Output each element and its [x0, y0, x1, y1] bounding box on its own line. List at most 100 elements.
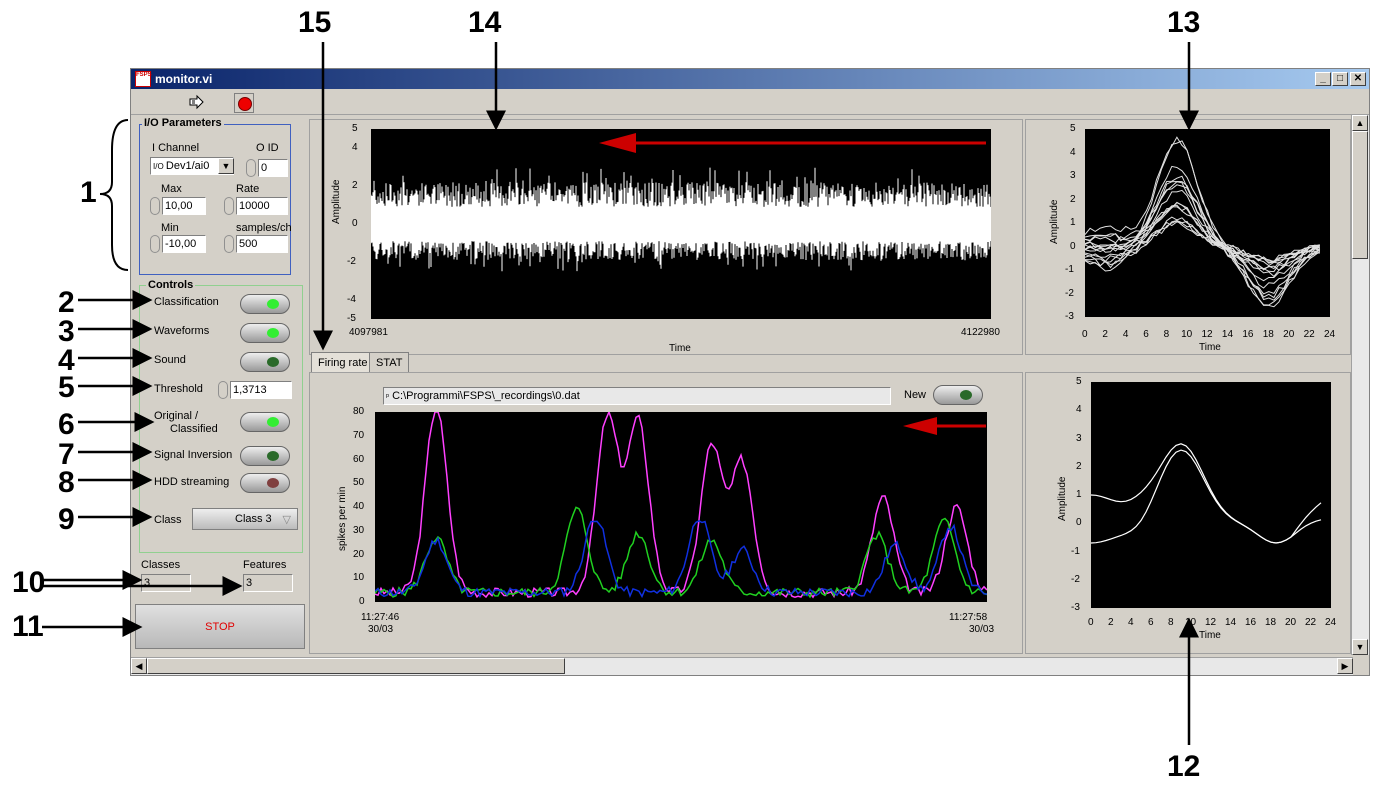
raw-signal-trace	[370, 167, 991, 272]
callout-12: 12	[1167, 750, 1201, 783]
new-file-toggle[interactable]	[933, 385, 983, 405]
mean-y-tick: -1	[1071, 545, 1080, 557]
waveforms-x-tick: 4	[1122, 329, 1129, 340]
waveforms-x-tick: 10	[1181, 329, 1193, 340]
classification-toggle[interactable]	[240, 294, 290, 314]
features-label: Features	[243, 559, 287, 571]
io-icon: I/O	[153, 162, 166, 171]
run-continuously-icon[interactable]	[189, 94, 205, 110]
raw-x-axis-label: Time	[669, 343, 691, 354]
mean-y-tick: 0	[1076, 517, 1082, 529]
classes-label: Classes	[141, 559, 181, 571]
firing-rate-series	[374, 520, 988, 599]
callout-9: 9	[58, 503, 75, 536]
callout-5: 5	[58, 371, 75, 404]
controls-group-title: Controls	[146, 279, 196, 291]
id-field[interactable]: 0	[258, 159, 288, 177]
close-button[interactable]: ✕	[1350, 72, 1366, 86]
min-spinner[interactable]	[150, 235, 160, 253]
firing-rate-plot	[374, 409, 988, 602]
waveforms-x-tick: 8	[1163, 329, 1170, 340]
minimize-button[interactable]: _	[1315, 72, 1331, 86]
min-field[interactable]: -10,00	[162, 235, 206, 253]
mean-y-tick: -2	[1071, 573, 1080, 585]
raw-y-tick: 4	[352, 142, 358, 153]
mean-x-tick: 16	[1245, 617, 1257, 628]
channel-value: Dev1/ai0	[165, 160, 210, 172]
firing-y-tick: 70	[353, 429, 365, 441]
callout-8: 8	[58, 466, 75, 499]
threshold-label: Threshold	[154, 383, 203, 395]
raw-signal-band	[371, 206, 991, 242]
controls-group: Controls Classification Waveforms Sound …	[139, 279, 303, 553]
waveforms-x-tick: 14	[1221, 329, 1234, 340]
id-spinner[interactable]	[246, 159, 256, 177]
waveforms-x-tick: 20	[1283, 329, 1295, 340]
horizontal-scroll-thumb[interactable]	[147, 658, 565, 674]
tab-firing-rate[interactable]: Firing rate	[311, 352, 375, 372]
firing-x-start-date: 30/03	[368, 624, 394, 635]
signal-inversion-toggle[interactable]	[240, 446, 290, 466]
scroll-left-icon[interactable]: ◀	[131, 658, 147, 674]
scroll-down-icon[interactable]: ▼	[1352, 639, 1368, 655]
raw-y-tick: 0	[352, 218, 358, 229]
waveforms-x-tick: 16	[1242, 329, 1254, 340]
min-label: Min	[161, 222, 179, 234]
abort-execution-button[interactable]	[234, 93, 254, 113]
rate-spinner[interactable]	[224, 197, 234, 215]
mean-x-tick: 4	[1128, 617, 1134, 628]
firing-rate-series	[374, 506, 988, 599]
id-label: O ID	[256, 142, 279, 154]
signal-inversion-label: Signal Inversion	[154, 449, 233, 461]
threshold-spinner[interactable]	[218, 381, 228, 399]
waveforms-y-tick: 4	[1070, 146, 1076, 158]
max-spinner[interactable]	[150, 197, 160, 215]
max-field[interactable]: 10,00	[162, 197, 206, 215]
waveforms-x-axis-label: Time	[1199, 342, 1221, 353]
scroll-right-icon[interactable]: ▶	[1337, 658, 1353, 674]
waveforms-label: Waveforms	[154, 325, 210, 337]
raw-signal-plot	[370, 129, 991, 319]
threshold-field[interactable]: 1,3713	[230, 381, 292, 399]
mean-x-tick: 20	[1285, 617, 1297, 628]
waveform-trace	[1084, 220, 1320, 282]
vertical-scroll-thumb[interactable]	[1352, 131, 1368, 259]
class-dropdown-icon: ▽	[282, 514, 291, 526]
maximize-button[interactable]: □	[1332, 72, 1348, 86]
waveforms-x-tick: 0	[1082, 329, 1088, 340]
rate-field[interactable]: 10000	[236, 197, 288, 215]
title-bar[interactable]: FSPS monitor.vi _ □ ✕	[131, 69, 1369, 89]
window-title: monitor.vi	[155, 72, 213, 86]
mean-x-tick: 18	[1265, 617, 1277, 628]
max-label: Max	[161, 183, 182, 195]
scroll-up-icon[interactable]: ▲	[1352, 115, 1368, 131]
waveforms-x-tick: 22	[1303, 329, 1315, 340]
vertical-scrollbar[interactable]: ▲ ▼	[1351, 115, 1369, 655]
waveforms-toggle[interactable]	[240, 323, 290, 343]
mean-waveform-traces	[1090, 443, 1322, 544]
samples-spinner[interactable]	[224, 235, 234, 253]
firing-rate-series	[374, 409, 988, 599]
recording-path-field[interactable]: ᵖ C:\Programmi\FSPS\_recordings\0.dat	[383, 387, 891, 405]
samples-field[interactable]: 500	[236, 235, 288, 253]
stop-button[interactable]: STOP	[135, 604, 305, 649]
waveforms-traces	[1084, 136, 1321, 308]
firing-y-tick: 10	[353, 572, 365, 584]
class-ring-control[interactable]: Class 3 ▽	[192, 508, 298, 530]
mean-waveform-plot	[1090, 382, 1331, 608]
original-classified-label-2: Classified	[170, 423, 218, 435]
horizontal-scrollbar[interactable]: ◀ ▶	[131, 657, 1353, 675]
tab-stat[interactable]: STAT	[369, 352, 410, 372]
hdd-streaming-toggle[interactable]	[240, 473, 290, 493]
firing-x-start-time: 11:27:46	[361, 612, 400, 623]
raw-x-start: 4097981	[349, 327, 388, 338]
raw-y-tick: -4	[347, 294, 356, 305]
original-classified-toggle[interactable]	[240, 412, 290, 432]
channel-dropdown-icon[interactable]: ▼	[218, 158, 234, 174]
mean-waveform-trace	[1090, 449, 1322, 544]
sound-label: Sound	[154, 354, 186, 366]
sound-toggle[interactable]	[240, 352, 290, 372]
mean-y-tick: 4	[1076, 404, 1082, 416]
mean-y-axis-label: Amplitude	[1057, 476, 1068, 521]
mean-y-tick: 1	[1076, 489, 1082, 500]
